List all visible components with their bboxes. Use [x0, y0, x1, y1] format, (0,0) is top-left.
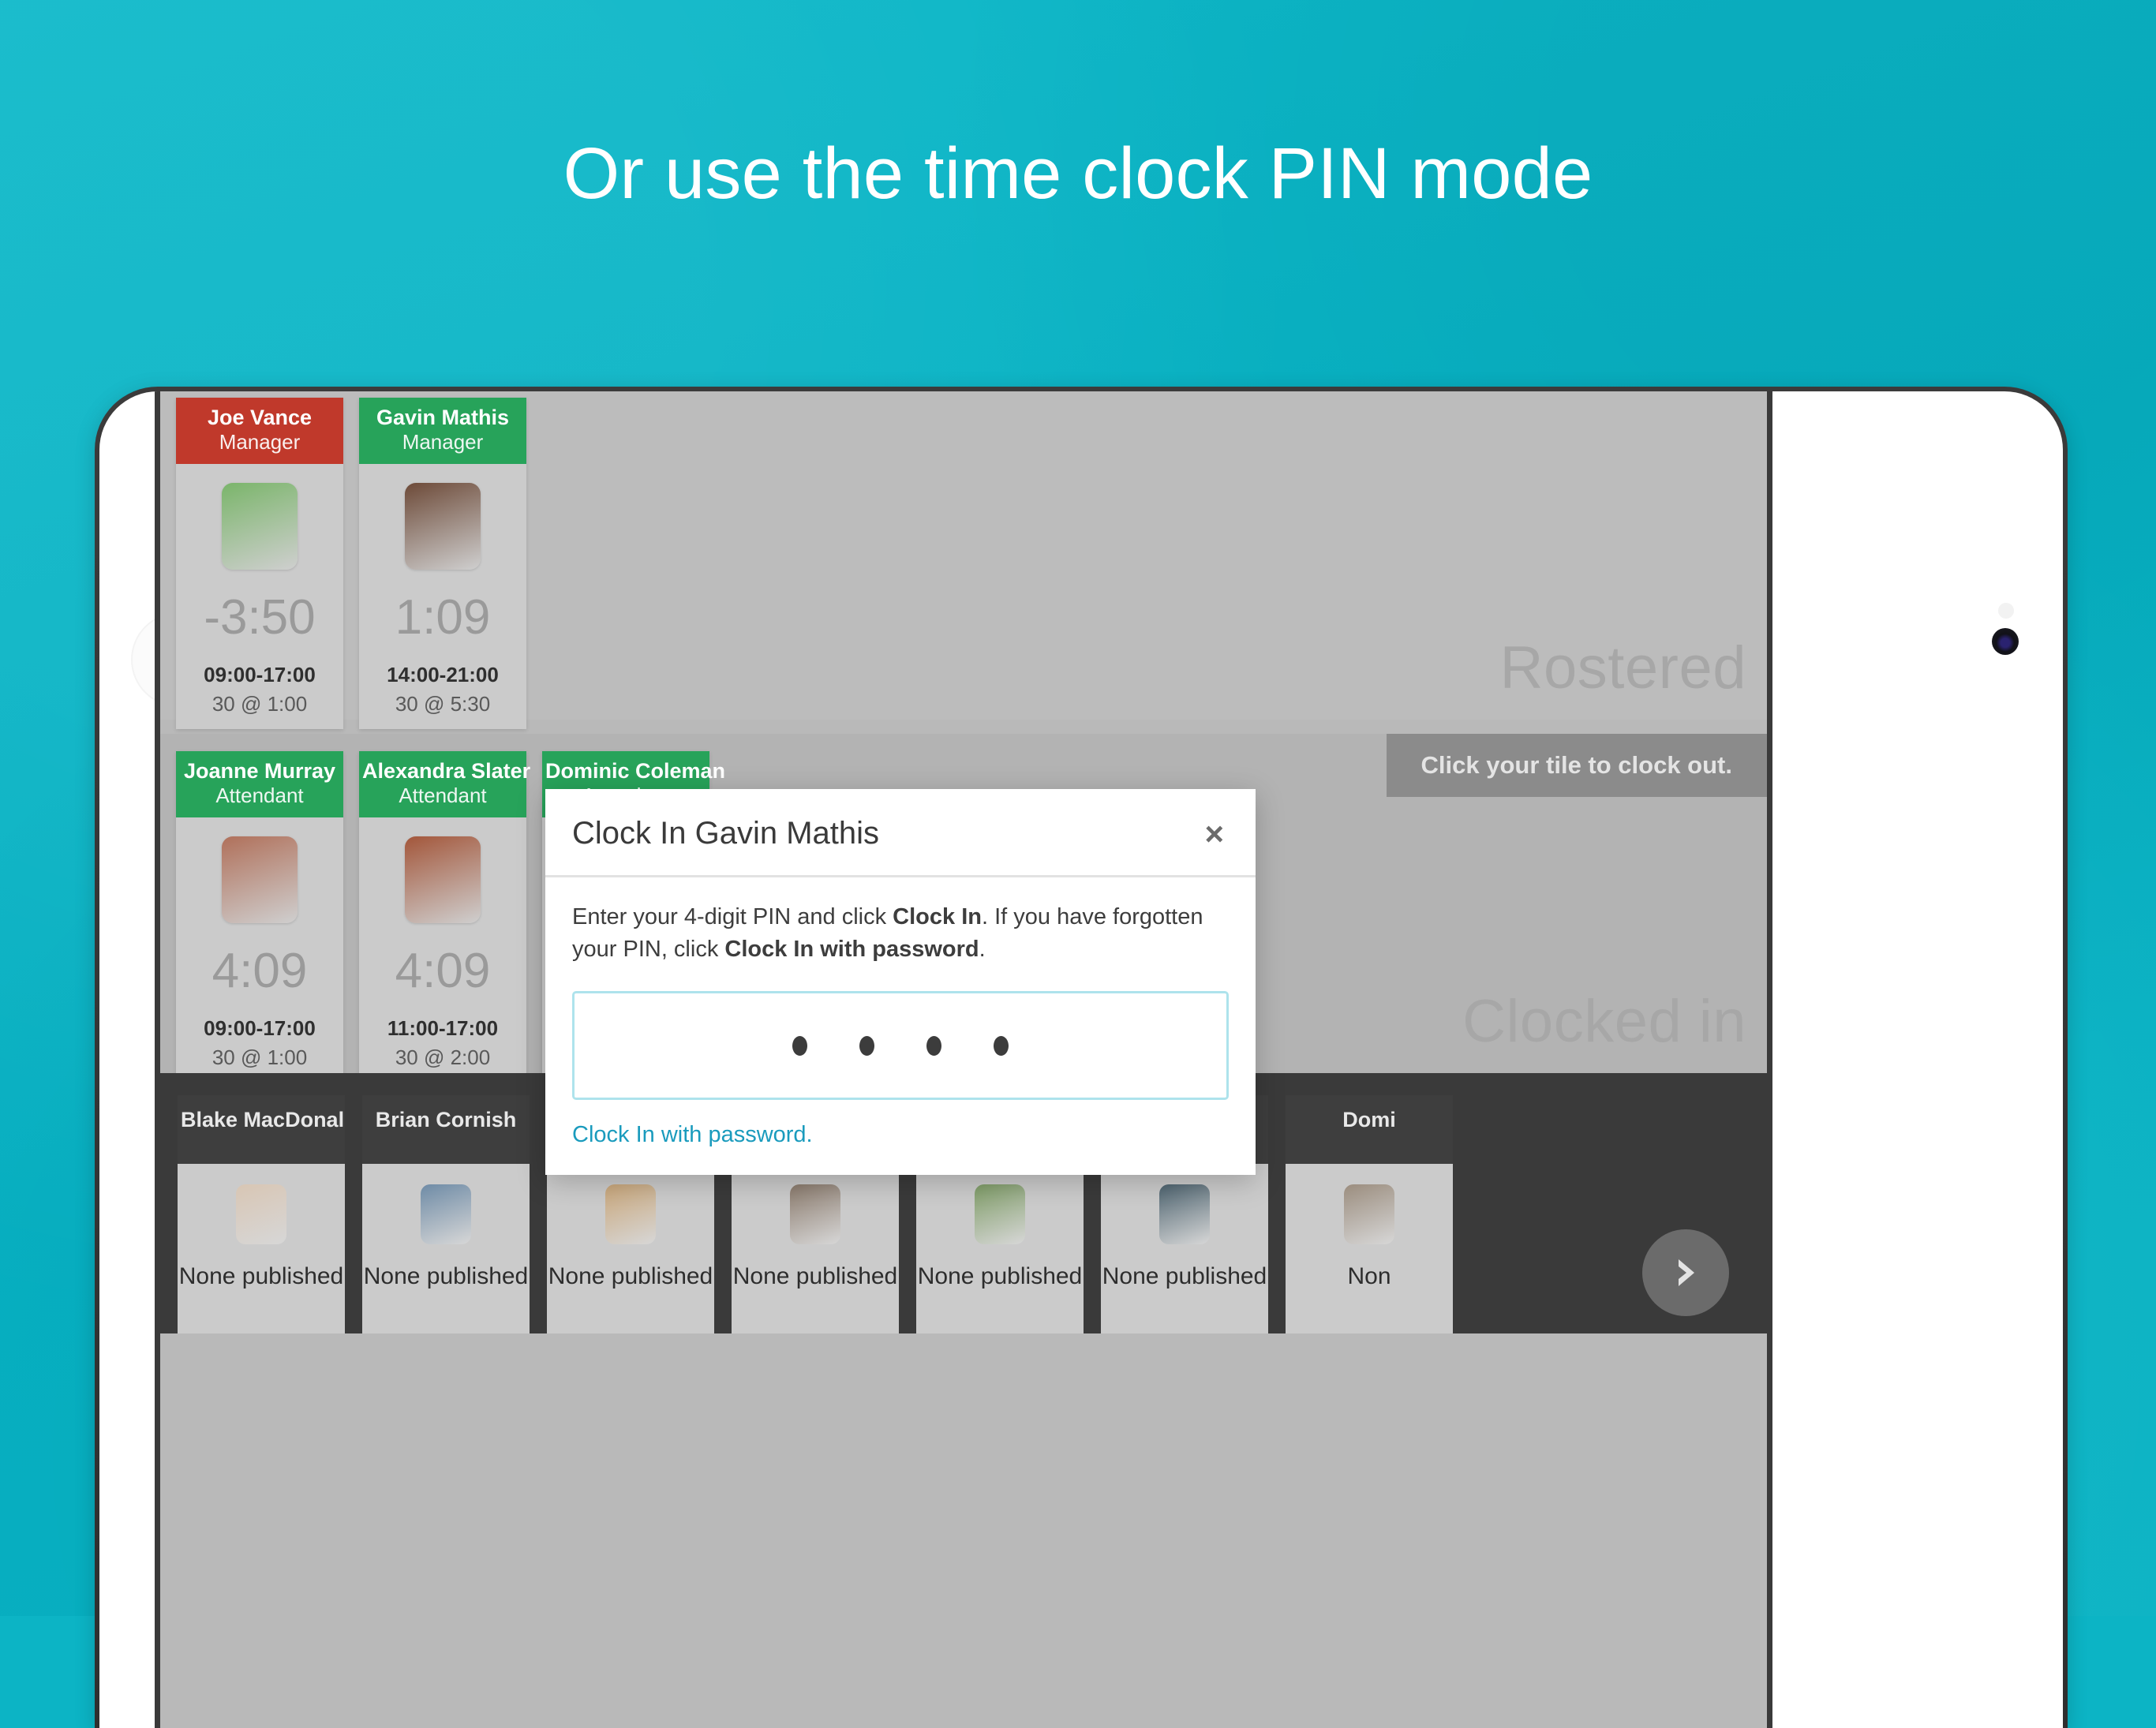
modal-title: Clock In Gavin Mathis	[572, 816, 880, 851]
shift-times: 09:00-17:00	[204, 663, 316, 687]
break-info: 30 @ 1:00	[211, 1045, 308, 1070]
publish-status: None published	[1102, 1263, 1267, 1289]
clock-in-pin-modal: Clock In Gavin Mathis × Enter your 4-dig…	[545, 789, 1256, 1176]
shift-timer: 1:09	[395, 590, 491, 645]
avatar	[975, 1184, 1025, 1244]
tile-header: Joanne Murray Attendant	[176, 751, 343, 818]
avatar	[1344, 1184, 1394, 1244]
tablet-device-frame: prestigeworldwide Search for name, posis…	[95, 387, 2068, 1728]
publish-status: None published	[363, 1263, 529, 1289]
publish-status: Non	[1347, 1263, 1391, 1289]
employee-name: Joe Vance	[207, 406, 313, 429]
break-info: 30 @ 2:00	[395, 1045, 491, 1070]
avatar	[236, 1184, 286, 1244]
tile-header: Gavin Mathis Manager	[359, 398, 526, 465]
employee-name: Alexandra Slater	[362, 759, 531, 783]
chevron-right-icon	[1679, 1259, 1694, 1286]
ambient-sensor-icon	[1998, 603, 2014, 619]
instruction-part-3: .	[979, 937, 986, 963]
rostered-tile-row: Joe Vance Manager -3:50 09:00-17:00 30 @ 1:0…	[176, 398, 1767, 730]
shift-timer: 4:09	[211, 944, 308, 999]
employee-role: Manager	[219, 430, 301, 454]
tile-header: Alexandra Slater Attendant	[359, 751, 531, 818]
unpublished-employee-name: Blake MacDonald	[178, 1095, 345, 1164]
pin-digit-dot	[859, 1035, 874, 1056]
employee-tile[interactable]: Joe Vance Manager -3:50 09:00-17:00 30 @ 1:0…	[176, 398, 343, 730]
unpublished-employee-card[interactable]: Brian Cornish None published	[362, 1095, 530, 1333]
employee-tile[interactable]: Alexandra Slater Attendant 4:09 11:00-17:00…	[359, 751, 531, 1083]
pin-instruction-text: Enter your 4-digit PIN and click Clock I…	[572, 901, 1229, 966]
unpublished-employee-name: Domi	[1286, 1095, 1453, 1164]
avatar	[222, 836, 298, 924]
employee-role: Attendant	[399, 784, 487, 808]
employee-tile[interactable]: Gavin Mathis Manager 1:09 14:00-21:00 30 @ 5…	[359, 398, 526, 730]
clock-in-with-password-link[interactable]: Clock In with password.	[572, 1122, 813, 1148]
modal-body: Enter your 4-digit PIN and click Clock I…	[545, 877, 1256, 1175]
pin-digit-dot	[994, 1035, 1009, 1056]
avatar	[421, 1184, 471, 1244]
avatar	[790, 1184, 840, 1244]
shift-timer: 4:09	[395, 944, 491, 999]
instruction-bold-password: Clock In with password	[724, 937, 979, 963]
next-page-button[interactable]	[1642, 1229, 1729, 1316]
shift-times: 14:00-21:00	[387, 663, 499, 687]
employee-role: Attendant	[215, 784, 304, 808]
avatar	[222, 483, 298, 570]
publish-status: None published	[178, 1263, 344, 1289]
avatar	[1159, 1184, 1210, 1244]
modal-header: Clock In Gavin Mathis ×	[545, 789, 1256, 877]
employee-name: Gavin Mathis	[376, 406, 510, 429]
tablet-screen-surface: prestigeworldwide Search for name, posis…	[99, 391, 2063, 1728]
close-icon[interactable]: ×	[1200, 817, 1229, 851]
publish-status: None published	[917, 1263, 1083, 1289]
avatar	[405, 836, 481, 924]
shift-timer: -3:50	[204, 590, 316, 645]
employee-tile[interactable]: Joanne Murray Attendant 4:09 09:00-17:00 30 …	[176, 751, 343, 1083]
instruction-part-1: Enter your 4-digit PIN and click	[572, 904, 893, 929]
shift-times: 09:00-17:00	[204, 1016, 316, 1041]
front-camera-icon	[1992, 628, 2019, 655]
pin-digit-dot	[926, 1035, 941, 1056]
break-info: 30 @ 1:00	[211, 692, 308, 716]
unpublished-employee-card[interactable]: Blake MacDonald None published	[178, 1095, 345, 1333]
unpublished-employee-name: Brian Cornish	[362, 1095, 530, 1164]
rostered-section: Click your tile to clock in. Joe VanceMa…	[160, 391, 1767, 730]
avatar	[405, 483, 481, 570]
publish-status: None published	[732, 1263, 898, 1289]
employee-name: Joanne Murray	[183, 759, 336, 783]
instruction-bold-clock-in: Clock In	[893, 904, 982, 929]
unpublished-employee-card[interactable]: Domi Non	[1286, 1095, 1453, 1333]
avatar	[605, 1184, 656, 1244]
time-clock-app: prestigeworldwide Search for name, posis…	[155, 391, 1772, 1728]
slide-headline: Or use the time clock PIN mode	[563, 133, 1593, 214]
tile-header: Joe Vance Manager	[176, 398, 343, 465]
clock-out-hint: Click your tile to clock out.	[1386, 734, 1767, 797]
break-info: 30 @ 5:30	[395, 692, 491, 716]
pin-digit-dot	[792, 1035, 807, 1056]
employee-name: Dominic Coleman	[545, 759, 726, 783]
publish-status: None published	[548, 1263, 713, 1289]
employee-role: Manager	[402, 430, 484, 454]
pin-input[interactable]	[572, 991, 1229, 1101]
shift-times: 11:00-17:00	[387, 1016, 499, 1041]
